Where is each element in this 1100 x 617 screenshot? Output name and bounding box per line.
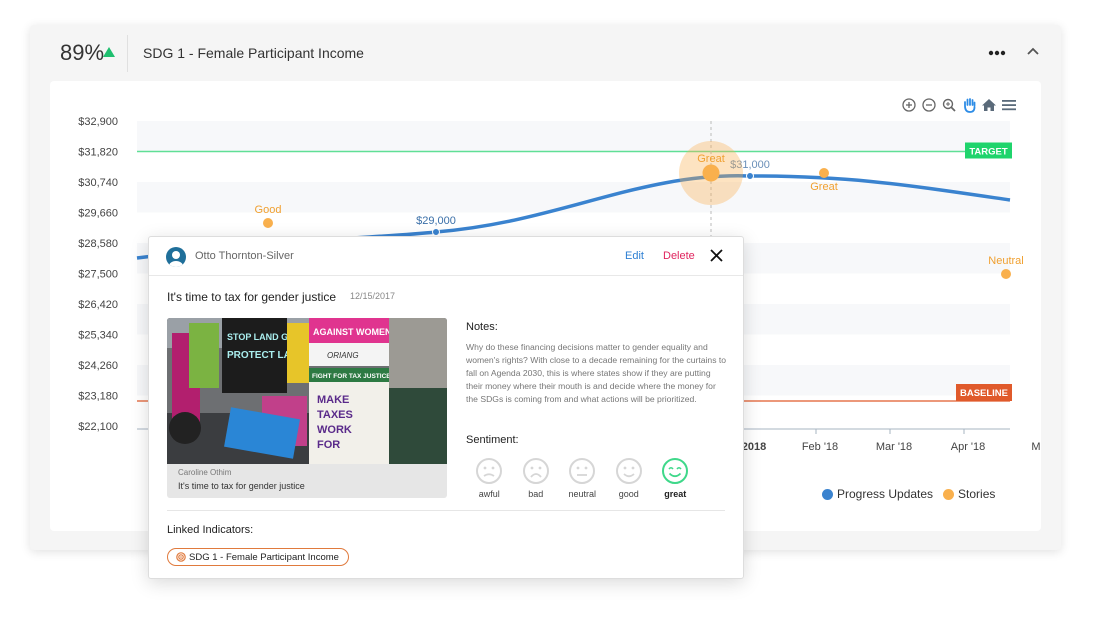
story-label: Neutral	[988, 255, 1023, 267]
y-tick-label: $28,580	[78, 238, 118, 250]
story-date: 12/15/2017	[350, 291, 396, 301]
avatar	[166, 247, 186, 267]
story-photo: STOP LAND GRABS PROTECT LAND RIGHTS AGAI…	[167, 318, 447, 464]
edit-button[interactable]: Edit	[625, 250, 644, 262]
story-popup: Otto Thornton-Silver Edit Delete It's ti…	[148, 236, 744, 579]
legend-dot-stories	[943, 488, 955, 500]
sentiment-label: Sentiment:	[466, 434, 519, 446]
popup-header: Otto Thornton-Silver Edit Delete	[149, 237, 743, 276]
sentiment-picker: awful bad neutral good great	[466, 457, 699, 499]
x-tick-label: Apr '18	[951, 441, 986, 453]
photo-caption: It's time to tax for gender justice	[178, 481, 305, 491]
notes-text: Why do these financing decisions matter …	[466, 342, 727, 404]
sentiment-label-text: good	[618, 489, 639, 499]
baseline-label: BASELINE	[960, 388, 1008, 399]
popup-divider	[167, 510, 725, 511]
target-label: TARGET	[969, 147, 1008, 158]
protest-van-image: STOP LAND GRABS PROTECT LAND RIGHTS AGAI…	[167, 318, 447, 464]
story-label: Great	[697, 153, 725, 165]
y-tick-label: $26,420	[78, 299, 118, 311]
y-tick-label: $32,900	[78, 116, 118, 128]
photo-credit: Caroline Othim	[178, 468, 232, 477]
legend-item-progress-updates[interactable]: Progress Updates	[822, 487, 933, 501]
notes-label: Notes:	[466, 321, 498, 333]
x-tick-label: M	[1031, 441, 1040, 453]
sentiment-label-text: neutral	[568, 489, 597, 499]
delete-button[interactable]: Delete	[663, 250, 695, 262]
zoom-out-icon[interactable]	[921, 97, 937, 113]
linked-indicators-label: Linked Indicators:	[167, 524, 254, 536]
bad-face-icon	[522, 458, 549, 484]
close-button[interactable]	[710, 249, 723, 262]
story-point	[263, 218, 273, 228]
story-label: Great	[810, 181, 838, 193]
photo-card[interactable]: STOP LAND GRABS PROTECT LAND RIGHTS AGAI…	[167, 318, 447, 498]
x-tick-label: 2018	[742, 441, 766, 453]
legend-item-stories[interactable]: Stories	[943, 487, 995, 501]
y-axis-ticks: $32,900 $31,820 $30,740 $29,660 $28,580 $27,5…	[78, 116, 118, 433]
svg-text:FOR: FOR	[317, 439, 340, 451]
author-name: Otto Thornton-Silver	[195, 250, 294, 262]
svg-text:TAXES: TAXES	[317, 409, 353, 421]
sentiment-neutral[interactable]: neutral	[559, 457, 606, 499]
sentiment-label-text: awful	[478, 489, 500, 499]
zoom-in-icon[interactable]	[901, 97, 917, 113]
legend-label: Progress Updates	[837, 487, 934, 501]
sentiment-awful[interactable]: awful	[466, 457, 513, 499]
sentiment-good[interactable]: good	[606, 457, 653, 499]
awful-face-icon	[476, 458, 503, 484]
sign-text: FIGHT FOR TAX JUSTICE!	[312, 373, 393, 380]
progress-point	[746, 172, 754, 180]
legend-label: Stories	[958, 487, 996, 501]
story-point	[702, 164, 720, 182]
pan-hand-icon[interactable]	[961, 97, 977, 113]
story-point	[1001, 269, 1011, 279]
zoom-select-icon[interactable]	[941, 97, 957, 113]
close-icon	[710, 249, 723, 262]
sign-text: AGAINST WOMEN!	[313, 327, 395, 337]
x-tick-label: Feb '18	[802, 441, 838, 453]
y-tick-label: $22,100	[78, 421, 118, 433]
svg-text:MAKE: MAKE	[317, 394, 349, 406]
y-tick-label: $30,740	[78, 177, 118, 189]
y-tick-label: $31,820	[78, 147, 118, 159]
neutral-face-icon	[569, 458, 596, 484]
y-tick-label: $29,660	[78, 208, 118, 220]
progress-point	[432, 228, 440, 236]
home-reset-icon[interactable]	[981, 97, 997, 113]
sentiment-label-text: bad	[528, 489, 544, 499]
chart-toolbar	[901, 97, 1017, 113]
user-icon	[169, 251, 183, 267]
menu-icon[interactable]	[1001, 97, 1017, 113]
sentiment-label-text: great	[664, 489, 687, 499]
progress-data-label: $29,000	[416, 215, 456, 227]
sign-text: ORIANG	[327, 351, 359, 360]
sentiment-great[interactable]: great	[652, 457, 699, 499]
story-title: It's time to tax for gender justice	[167, 290, 337, 304]
x-tick-label: Mar '18	[876, 441, 912, 453]
story-label: Good	[255, 204, 282, 216]
plot-band	[137, 121, 1010, 152]
story-point	[819, 168, 829, 178]
y-tick-label: $23,180	[78, 391, 118, 403]
target-icon	[176, 552, 186, 562]
y-tick-label: $25,340	[78, 330, 118, 342]
chart-legend: Progress Updates Stories	[822, 487, 995, 501]
linked-indicator-chip[interactable]: SDG 1 - Female Participant Income	[167, 548, 349, 566]
linked-indicator-name: SDG 1 - Female Participant Income	[189, 551, 339, 563]
sentiment-bad[interactable]: bad	[513, 457, 560, 499]
y-tick-label: $27,500	[78, 269, 118, 281]
great-face-icon	[662, 458, 689, 484]
y-tick-label: $24,260	[78, 360, 118, 372]
good-face-icon	[615, 458, 642, 484]
svg-text:WORK: WORK	[317, 424, 352, 436]
legend-dot-progress	[822, 488, 833, 500]
